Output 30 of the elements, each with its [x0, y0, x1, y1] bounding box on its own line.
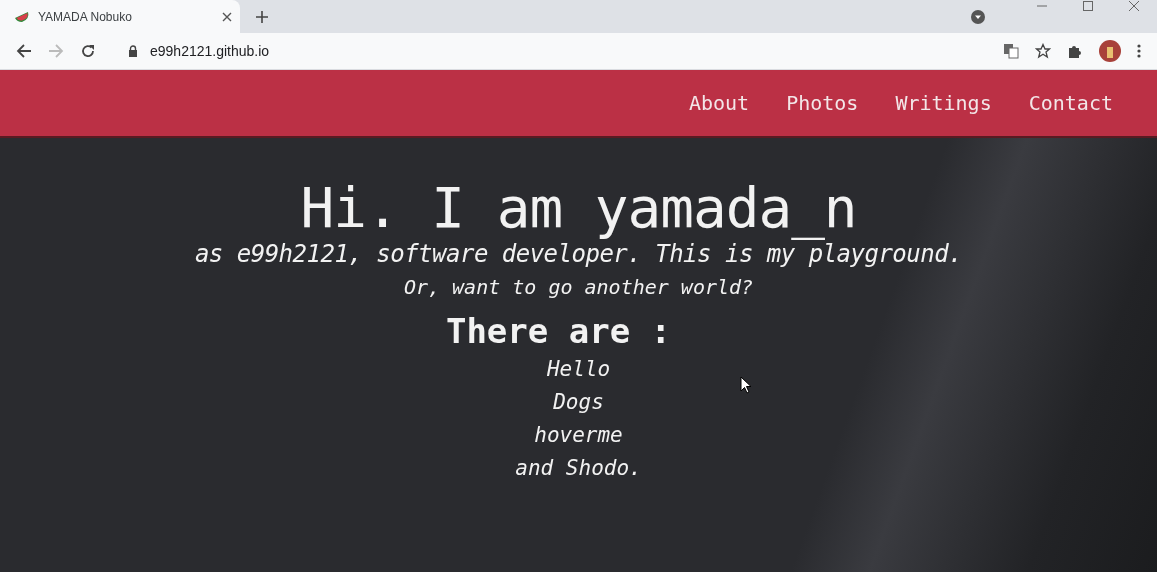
section-heading: There are :: [445, 310, 672, 353]
new-tab-icon[interactable]: [256, 10, 268, 23]
link[interactable]: Hello: [546, 356, 611, 383]
translate-icon[interactable]: [1003, 43, 1019, 59]
reload-icon[interactable]: [80, 43, 96, 59]
cursor-icon: [740, 376, 752, 394]
close-icon[interactable]: [222, 11, 232, 22]
dropdown-icon[interactable]: [971, 9, 985, 24]
watermelon-icon: [14, 10, 30, 23]
avatar-icon[interactable]: [1099, 40, 1121, 62]
nav-link[interactable]: Photos: [786, 91, 859, 115]
tab-title: YAMADA Nobuko: [38, 9, 133, 24]
back-icon[interactable]: [16, 43, 32, 59]
lock-icon: [128, 45, 138, 57]
link[interactable]: and Shodo.: [515, 455, 642, 482]
puzzle-icon[interactable]: [1067, 43, 1083, 59]
star-icon[interactable]: [1035, 43, 1051, 59]
tagline: Or, want to go another world?: [403, 274, 754, 301]
link[interactable]: hoverme: [534, 422, 623, 449]
address-field[interactable]: e99h2121.github.io: [150, 43, 270, 59]
link[interactable]: Dogs: [553, 389, 604, 416]
nav-link[interactable]: About: [688, 91, 750, 115]
nav-link[interactable]: Contact: [1028, 91, 1113, 115]
maximize-icon[interactable]: [1082, 0, 1094, 12]
browser-tab[interactable]: YAMADA Nobuko: [0, 0, 240, 33]
subtitle: as e99h2121, software developer. This is my playground.: [194, 240, 963, 270]
close-icon[interactable]: [1128, 0, 1140, 12]
heading: Hi. I am yamada_n: [300, 176, 857, 240]
nav-link[interactable]: Writings: [895, 91, 992, 115]
menu-icon[interactable]: [1137, 43, 1141, 59]
